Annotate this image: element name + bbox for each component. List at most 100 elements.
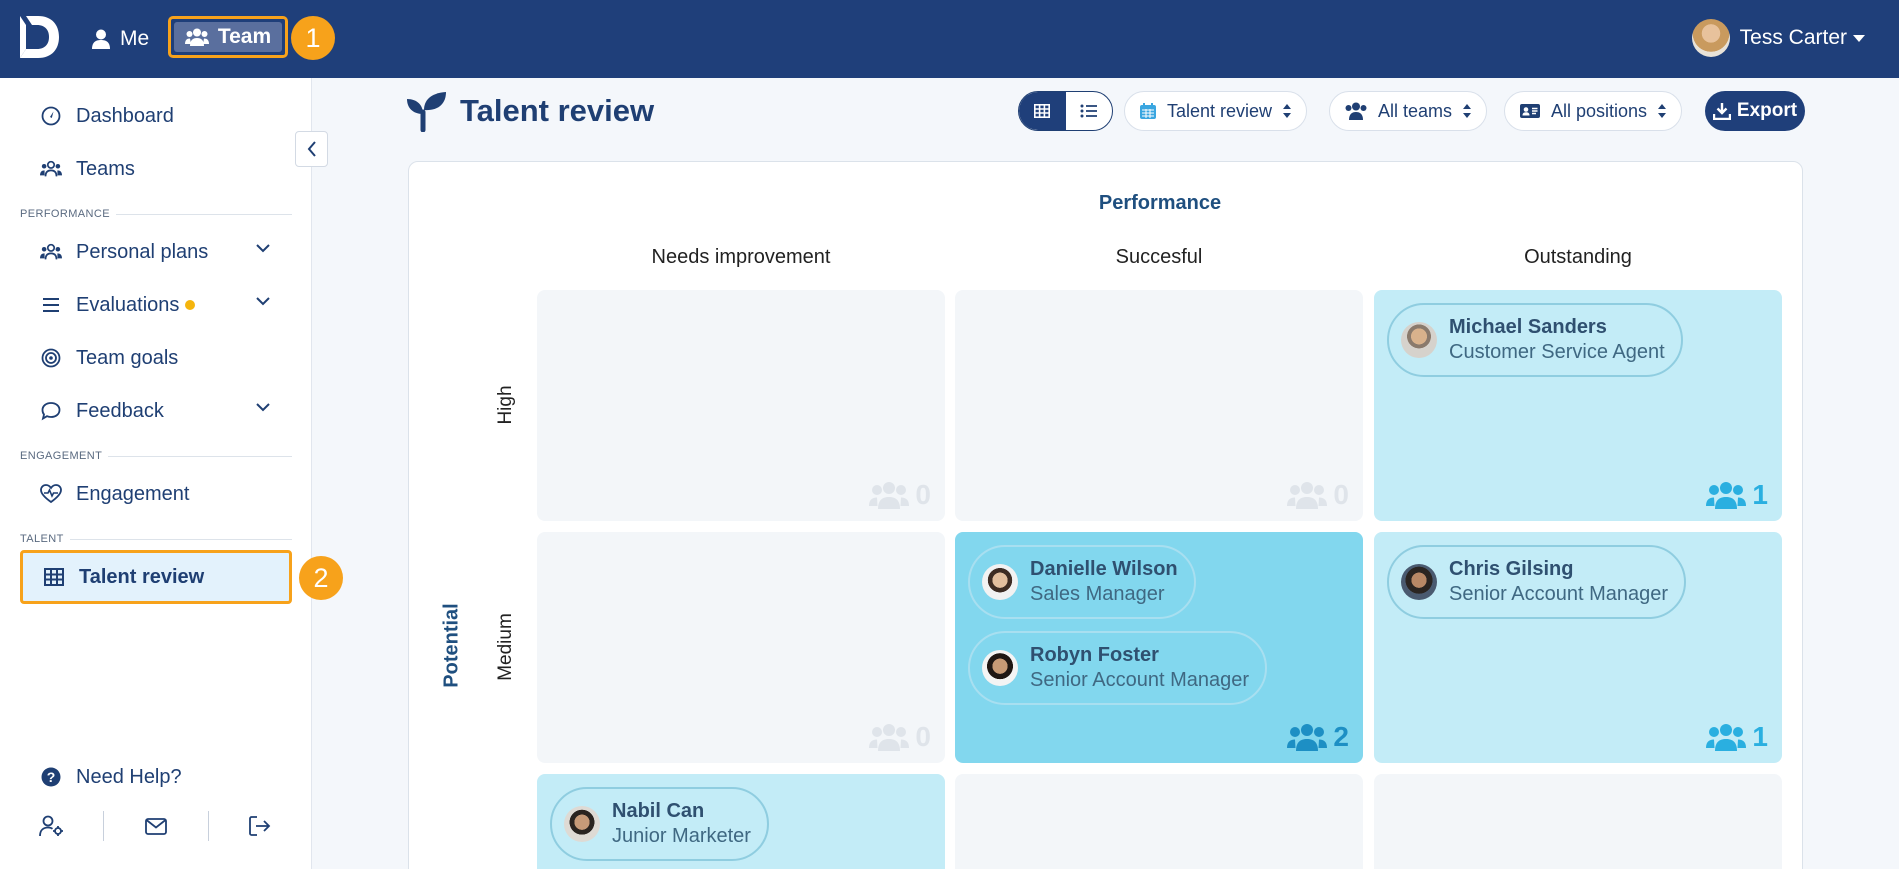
review-select[interactable]: Talent review — [1124, 91, 1308, 131]
grid-icon — [43, 566, 65, 588]
messages-button[interactable] — [104, 817, 207, 835]
cell-count-value: 0 — [1333, 479, 1349, 510]
cell-count-value: 0 — [915, 721, 931, 752]
avatar — [982, 564, 1018, 600]
grid-cell-low-needs-improvement[interactable]: Nabil Can Junior Marketer — [537, 774, 945, 869]
grid-cell-high-needs-improvement[interactable]: 0 — [537, 290, 945, 521]
users-icon — [184, 28, 209, 46]
avatar — [1401, 322, 1437, 358]
person-name: Michael Sanders — [1449, 315, 1607, 338]
person-card-robyn-foster[interactable]: Robyn Foster Senior Account Manager — [968, 631, 1268, 705]
sidebar-item-label: Talent review — [79, 565, 205, 588]
users-icon — [40, 158, 62, 180]
sidebar-item-label: Team goals — [76, 346, 179, 369]
user-avatar — [1691, 19, 1730, 57]
user-settings-button[interactable] — [0, 815, 103, 837]
chat-icon — [40, 400, 62, 422]
users-icon — [869, 724, 910, 751]
collapse-sidebar-button[interactable] — [295, 131, 328, 167]
grid-cell-medium-succesful[interactable]: Danielle Wilson Sales Manager Robyn Fost… — [955, 532, 1363, 763]
sidebar-item-personal-plans[interactable]: Personal plans — [20, 230, 292, 274]
sort-arrows-icon — [1283, 104, 1292, 118]
teams-select-value: All teams — [1378, 100, 1453, 121]
list-icon — [40, 294, 62, 316]
sidebar-item-talent-review[interactable]: Talent review — [20, 550, 292, 604]
logout-icon — [249, 816, 271, 836]
sidebar-item-teams[interactable]: Teams — [20, 147, 292, 191]
sidebar-item-engagement[interactable]: Engagement — [20, 472, 292, 516]
sidebar-item-label: Feedback — [76, 399, 164, 422]
avatar — [1401, 564, 1437, 600]
heart-pulse-icon — [40, 483, 62, 505]
row-header-high: High — [495, 385, 516, 425]
avatar — [564, 806, 600, 842]
need-help-link[interactable]: ? Need Help? — [20, 755, 292, 799]
user-menu[interactable]: Tess Carter — [1691, 16, 1865, 60]
users-icon — [1345, 102, 1367, 120]
step-badge-1: 1 — [291, 16, 335, 60]
person-card-danielle-wilson[interactable]: Danielle Wilson Sales Manager — [968, 545, 1196, 619]
grid-icon — [1034, 104, 1051, 118]
cell-count: 0 — [869, 721, 931, 753]
page-title: Talent review — [406, 90, 654, 132]
person-card-michael-sanders[interactable]: Michael Sanders Customer Service Agent — [1387, 303, 1683, 377]
grid-cell-high-succesful[interactable]: 0 — [955, 290, 1363, 521]
sidebar-item-label: Evaluations — [76, 293, 180, 316]
sidebar-item-label: Personal plans — [76, 240, 209, 263]
section-label: PERFORMANCE — [20, 208, 110, 220]
sidebar-item-label: Dashboard — [76, 104, 174, 127]
users-icon — [1706, 724, 1747, 751]
person-role: Senior Account Manager — [1449, 582, 1669, 605]
nav-me[interactable]: Me — [92, 22, 149, 56]
sidebar-section-engagement: ENGAGEMENT — [20, 450, 292, 462]
grid-cell-low-outstanding[interactable] — [1374, 774, 1782, 869]
person-name: Danielle Wilson — [1030, 557, 1178, 580]
cell-count: 1 — [1706, 721, 1768, 753]
cell-count: 2 — [1287, 721, 1349, 753]
sprout-icon — [407, 92, 446, 132]
performance-axis-title: Performance — [1098, 192, 1222, 214]
person-card-nabil-can[interactable]: Nabil Can Junior Marketer — [550, 787, 769, 861]
sidebar-item-team-goals[interactable]: Team goals — [20, 336, 292, 380]
positions-select[interactable]: All positions — [1504, 91, 1683, 131]
person-card-chris-gilsing[interactable]: Chris Gilsing Senior Account Manager — [1387, 545, 1687, 619]
sidebar-section-talent: TALENT — [20, 533, 292, 545]
chevron-down-icon — [256, 403, 270, 412]
sidebar-item-dashboard[interactable]: Dashboard — [20, 94, 292, 138]
person-name: Nabil Can — [612, 799, 705, 822]
list-view-button[interactable] — [1066, 92, 1113, 130]
cell-count-value: 2 — [1333, 721, 1349, 752]
top-navigation-bar: Me Team 1 Tess Carter — [0, 0, 1899, 78]
nav-team[interactable]: Team — [168, 16, 288, 58]
chevron-left-icon — [307, 141, 316, 157]
sidebar-item-label: Engagement — [76, 482, 190, 505]
avatar — [982, 650, 1018, 686]
nav-team-label: Team — [217, 25, 272, 48]
chevron-down-icon — [256, 297, 270, 306]
grid-view-button[interactable] — [1019, 92, 1066, 130]
sidebar-item-feedback[interactable]: Feedback — [20, 389, 292, 433]
dashboard-icon — [40, 105, 62, 127]
grid-cell-low-succesful[interactable] — [955, 774, 1363, 869]
page-title-text: Talent review — [460, 93, 655, 128]
sidebar-item-label: Teams — [76, 157, 135, 180]
sort-arrows-icon — [1463, 104, 1472, 118]
sidebar-item-evaluations[interactable]: Evaluations — [20, 283, 292, 327]
chevron-down-icon — [256, 244, 270, 253]
grid-cell-medium-outstanding[interactable]: Chris Gilsing Senior Account Manager 1 — [1374, 532, 1782, 763]
user-name: Tess Carter — [1739, 26, 1847, 49]
cell-count: 0 — [869, 479, 931, 511]
person-name: Chris Gilsing — [1449, 557, 1574, 580]
notification-dot — [185, 300, 196, 310]
cell-count: 1 — [1706, 479, 1768, 511]
export-button[interactable]: Export — [1705, 91, 1805, 131]
nav-me-label: Me — [120, 27, 150, 50]
caret-down-icon — [1853, 34, 1865, 42]
logout-button[interactable] — [209, 816, 312, 836]
section-label: ENGAGEMENT — [20, 450, 103, 462]
grid-cell-medium-needs-improvement[interactable]: 0 — [537, 532, 945, 763]
teams-select[interactable]: All teams — [1329, 91, 1488, 131]
grid-cell-high-outstanding[interactable]: Michael Sanders Customer Service Agent 1 — [1374, 290, 1782, 521]
app-logo[interactable] — [18, 14, 60, 60]
person-role: Customer Service Agent — [1449, 340, 1665, 363]
